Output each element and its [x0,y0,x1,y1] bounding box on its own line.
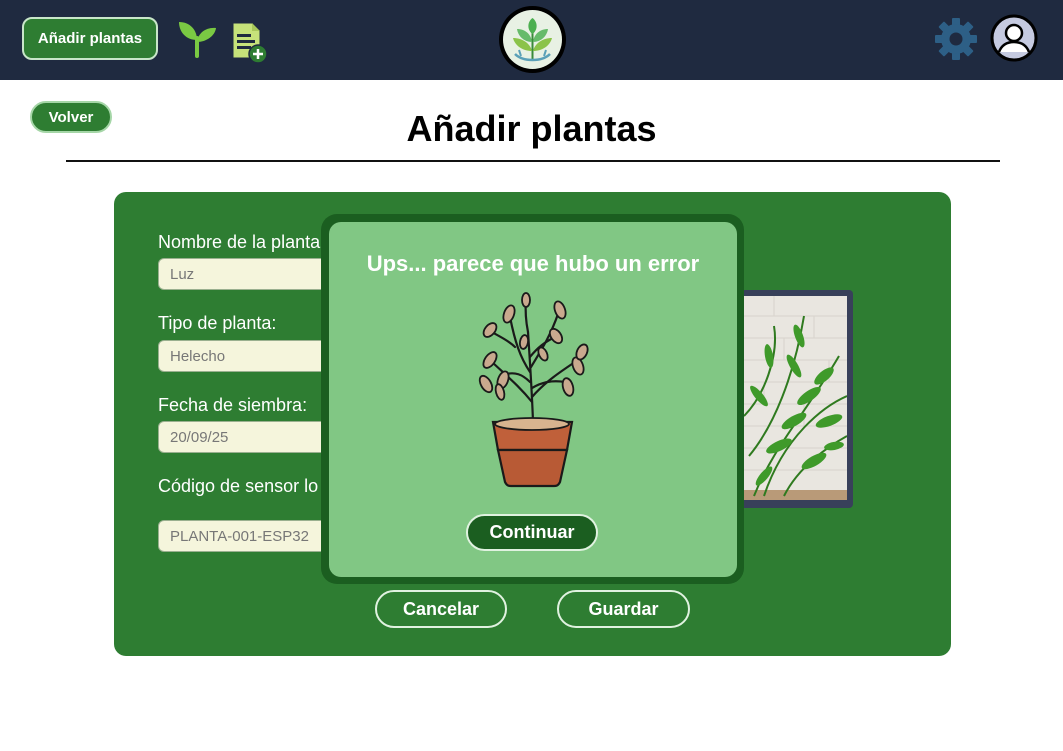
cancel-button[interactable]: Cancelar [375,590,507,628]
app-logo [499,6,566,73]
save-button[interactable]: Guardar [557,590,690,628]
user-avatar-icon[interactable] [990,14,1038,62]
continue-button[interactable]: Continuar [466,514,598,551]
sowing-date-label: Fecha de siembra: [158,395,308,415]
sensor-code-label: Código de sensor lo [158,476,319,496]
gear-icon[interactable] [934,17,978,61]
plant-photo [738,290,853,508]
fern-image [744,296,847,500]
page-title: Añadir plantas [406,108,657,149]
title-divider [66,160,1000,162]
error-modal-title: Ups... parece que hubo un error [366,251,700,276]
plant-type-label: Tipo de planta: [158,313,277,333]
plant-name-label: Nombre de la planta: [158,232,326,252]
document-add-icon[interactable] [230,20,270,64]
logo-plant-icon [513,18,552,62]
sprout-icon[interactable] [176,18,218,58]
wilted-plant-icon [478,292,589,488]
add-plants-nav-button[interactable]: Añadir plantas [22,17,158,60]
